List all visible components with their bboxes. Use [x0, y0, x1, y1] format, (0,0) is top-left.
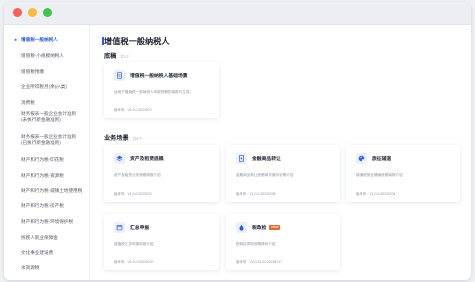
sidebar-item-fs-executed[interactable]: 财务报表一般企业会计准则 (已执行新金融准则): [4, 133, 89, 149]
card-title: 旅征辅道: [372, 157, 392, 162]
sidebar-item-fs-unexecuted[interactable]: 财务报表一般企业会计准则 (未执行新金融准则): [4, 110, 89, 126]
card-description: 增值税旅征辅道底稿填报介绍: [356, 173, 403, 177]
sidebar-item-label: 增值税-小规模纳税人: [21, 53, 64, 58]
main-content: 增值税一般纳税人 底稿 共1个 增值税一般纳税人基础场景 适用于增值税一般纳税人申…: [90, 25, 471, 280]
card-description: 增值税汇总申报填报介绍: [114, 242, 154, 246]
sidebar-item-label: 增值税一般纳税人: [21, 37, 58, 42]
sidebar-item-sublabel: (已执行新金融准则): [21, 140, 61, 146]
section-count: 共5个: [132, 137, 142, 141]
card-version: 版本号：V0.0.01.02.20238717: [236, 260, 282, 264]
section-count: 共1个: [120, 55, 130, 59]
sidebar: ► 增值税一般纳税人 增值税-小规模纳税人 增值税预缴 企业所得税月(季)(A类…: [4, 25, 90, 280]
close-window-button[interactable]: [13, 8, 22, 17]
minimize-window-button[interactable]: [28, 8, 37, 17]
sidebar-item-vat-general[interactable]: ► 增值税一般纳税人: [4, 33, 89, 47]
sidebar-item-label: 财产和行为税-房产税: [21, 203, 64, 208]
section-title: 业务场景: [104, 135, 129, 142]
card-vat-basic[interactable]: 增值税一般纳税人基础场景 适用于增值税一般纳税人申报底稿的填报与生成。 版本号：…: [104, 62, 219, 118]
sidebar-item-land-use-tax[interactable]: 财产和行为税-城镇土地使用税: [4, 184, 89, 198]
receipt-icon: [236, 153, 247, 164]
sidebar-item-label: 财产和行为税-印花税: [21, 157, 64, 162]
card-description: 金融商品转让底稿填写操作说明介绍: [236, 173, 294, 177]
sidebar-item-label: 财产和行为税-资源税: [21, 173, 64, 178]
sidebar-item-label: 增值税预缴: [21, 69, 44, 74]
card-version: 版本号：V1.0.0.20230704: [356, 192, 396, 196]
sidebar-item-label: 财产和行为税-城镇土地使用税: [21, 188, 83, 193]
card-title: 增值税一般纳税人基础场景: [130, 74, 188, 79]
section-business: 业务场景 共5个: [104, 133, 142, 142]
page-title: 增值税一般纳税人: [104, 37, 170, 46]
card-title: 金融商品转让: [252, 157, 281, 162]
calendar-icon: [114, 222, 125, 233]
card-description: 税政检风险底稿操作介绍: [236, 242, 276, 246]
app-window: ► 增值税一般纳税人 增值税-小规模纳税人 增值税预缴 企业所得税月(季)(A类…: [4, 2, 471, 280]
sidebar-item-env-tax[interactable]: 财产和行为税-环境保护税: [4, 215, 89, 229]
sidebar-item-resource-tax[interactable]: 财产和行为税-资源税: [4, 169, 89, 183]
section-draft: 底稿 共1个: [104, 51, 130, 60]
sidebar-item-vat-prepay[interactable]: 增值税预缴: [4, 65, 89, 79]
new-badge: NEW: [269, 225, 281, 231]
sidebar-item-consumption-tax[interactable]: 消费税: [4, 96, 89, 110]
sidebar-item-culture-fee[interactable]: 文化事业建设费: [4, 246, 89, 260]
card-assets-lease[interactable]: 资产及租赁底稿 资产及租赁业务底稿填报介绍 版本号：V1.0.0.2023070: [104, 145, 219, 202]
sidebar-item-label: 消费税: [21, 100, 35, 105]
sidebar-item-label: 残疾人就业保障金: [21, 235, 58, 240]
card-financial-transfer[interactable]: 金融商品转让 金融商品转让底稿填写操作说明介绍 版本号：V1.0.0.20230…: [226, 145, 340, 202]
card-description: 适用于增值税一般纳税人申报底稿的填报与生成。: [114, 90, 194, 94]
section-title: 底稿: [104, 53, 117, 60]
palette-icon: [356, 153, 367, 164]
drop-icon: [236, 222, 247, 233]
sidebar-item-label: 企业所得税月(季)(A类): [21, 84, 67, 89]
sidebar-item-property-tax[interactable]: 财产和行为税-房产税: [4, 199, 89, 213]
window-titlebar: [4, 2, 471, 25]
card-summary-filing[interactable]: 汇总申报 增值税汇总申报填报介绍 版本号：V1.0.0.20033700: [104, 214, 219, 270]
card-title: 资产及租赁底稿: [130, 157, 164, 162]
document-icon: [114, 70, 125, 81]
sidebar-item-vat-small[interactable]: 增值税-小规模纳税人: [4, 49, 89, 63]
card-title: 税政检 NEW: [252, 224, 281, 231]
card-tax-check[interactable]: 税政检 NEW 税政检风险底稿操作介绍 版本号：V0.0.01.02.202387…: [226, 214, 340, 270]
card-title: 汇总申报: [130, 226, 150, 231]
sidebar-item-sublabel: (未执行新金融准则): [21, 117, 61, 123]
sidebar-item-label: 水资源税: [21, 265, 40, 270]
sidebar-item-disability-fund[interactable]: 残疾人就业保障金: [4, 231, 89, 245]
card-description: 资产及租赁业务底稿填报介绍: [114, 173, 161, 177]
sidebar-item-label: 财产和行为税-环境保护税: [21, 219, 74, 224]
caret-right-icon: ►: [14, 37, 18, 42]
card-title-text: 税政检: [252, 226, 267, 231]
card-version: 版本号：V1.0.0.2023070: [114, 192, 152, 196]
sidebar-item-water-tax[interactable]: 水资源税: [4, 261, 89, 275]
layers-icon: [114, 153, 125, 164]
sidebar-item-label: 文化事业建设费: [21, 250, 54, 255]
card-version: 版本号：V1.0.0.2023070: [114, 108, 152, 112]
maximize-window-button[interactable]: [43, 8, 52, 17]
sidebar-item-stamp-tax[interactable]: 财产和行为税-印花税: [4, 153, 89, 167]
card-version: 版本号：V1.0.0.20033700: [114, 260, 154, 264]
card-version: 版本号：V1.0.0.20230708: [236, 192, 276, 196]
sidebar-item-cit-a[interactable]: 企业所得税月(季)(A类): [4, 80, 89, 94]
card-travel[interactable]: 旅征辅道 增值税旅征辅道底稿填报介绍 版本号：V1.0.0.20230704: [346, 145, 460, 202]
